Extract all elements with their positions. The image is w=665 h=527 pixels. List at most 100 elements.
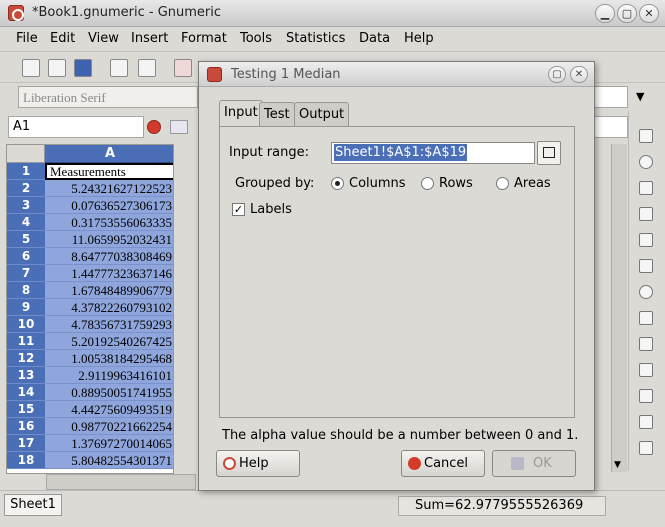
cell[interactable]: 4.44275609493519 — [45, 401, 173, 418]
font-size-combo[interactable] — [594, 86, 628, 108]
tab-test[interactable]: Test — [259, 102, 295, 127]
cell[interactable]: 4.78356731759293 — [45, 316, 173, 333]
column-header-a[interactable]: A — [45, 145, 173, 163]
row-header[interactable]: 12 — [7, 350, 45, 367]
menu-help[interactable]: Help — [404, 31, 434, 46]
row-header[interactable]: 4 — [7, 214, 45, 231]
labels-checkbox[interactable]: ✓ — [232, 203, 245, 216]
cell[interactable]: 11.0659952032431 — [45, 231, 173, 248]
ok-button[interactable]: OK — [492, 450, 576, 477]
sheet-tab-sheet1[interactable]: Sheet1 — [4, 494, 62, 516]
row-header[interactable]: 1 — [7, 163, 45, 180]
menu-view[interactable]: View — [88, 31, 119, 46]
row-header[interactable]: 11 — [7, 333, 45, 350]
checkbox-tool-icon[interactable] — [639, 259, 653, 273]
radio-rows-label[interactable]: Rows — [439, 176, 473, 191]
menu-edit[interactable]: Edit — [50, 31, 75, 46]
horizontal-scrollbar[interactable] — [46, 474, 196, 490]
cell[interactable]: 1.37697270014065 — [45, 435, 173, 452]
close-button[interactable]: ✕ — [639, 4, 659, 23]
cell-reference-input[interactable]: A1 — [8, 116, 144, 138]
formula-input[interactable] — [594, 116, 628, 138]
labels-checkbox-label[interactable]: Labels — [250, 202, 292, 217]
cell[interactable]: 4.37822260793102 — [45, 299, 173, 316]
menu-insert[interactable]: Insert — [131, 31, 168, 46]
tab-input[interactable]: Input — [219, 100, 263, 127]
cell[interactable]: 5.24321627122523 — [45, 180, 173, 197]
cell[interactable]: 0.88950051741955 — [45, 384, 173, 401]
help-button-label: Help — [239, 456, 269, 471]
cell[interactable]: 1.67848489906779 — [45, 282, 173, 299]
range-selector-icon[interactable] — [537, 141, 561, 165]
cell[interactable]: Measurements — [45, 163, 173, 180]
row-header[interactable]: 8 — [7, 282, 45, 299]
radio-areas[interactable] — [496, 177, 509, 190]
menu-format[interactable]: Format — [181, 31, 227, 46]
row-header[interactable]: 18 — [7, 452, 45, 469]
row-header[interactable]: 5 — [7, 231, 45, 248]
cancel-button[interactable]: Cancel — [401, 450, 485, 477]
cell[interactable]: 5.20192540267425 — [45, 333, 173, 350]
row-header[interactable]: 9 — [7, 299, 45, 316]
cell[interactable]: 2.9119963416101 — [45, 367, 173, 384]
arrow-tool-icon[interactable] — [639, 233, 653, 247]
label-tool-icon[interactable] — [639, 129, 653, 143]
row-header[interactable]: 17 — [7, 435, 45, 452]
row-header[interactable]: 2 — [7, 180, 45, 197]
row-header[interactable]: 13 — [7, 367, 45, 384]
button-tool-icon[interactable] — [639, 441, 653, 455]
help-button[interactable]: Help — [216, 450, 300, 477]
print-preview-icon[interactable] — [138, 59, 156, 77]
spinner-tool-icon[interactable] — [639, 337, 653, 351]
row-header[interactable]: 15 — [7, 401, 45, 418]
row-header[interactable]: 16 — [7, 418, 45, 435]
cell[interactable]: 1.00538184295468 — [45, 350, 173, 367]
dialog-maximize-button[interactable]: ▢ — [548, 66, 566, 83]
dialog-close-button[interactable]: ✕ — [570, 66, 588, 83]
chevron-down-icon[interactable]: ▼ — [636, 90, 644, 103]
tab-output[interactable]: Output — [294, 102, 350, 127]
cell[interactable]: 0.98770221662254 — [45, 418, 173, 435]
vertical-scrollbar[interactable]: ▼ — [611, 144, 627, 472]
new-file-icon[interactable] — [22, 59, 40, 77]
combo-tool-icon[interactable] — [639, 415, 653, 429]
row-header[interactable]: 3 — [7, 197, 45, 214]
cancel-edit-icon[interactable] — [147, 120, 161, 134]
select-all-corner[interactable] — [7, 145, 45, 163]
row-header[interactable]: 7 — [7, 265, 45, 282]
menu-data[interactable]: Data — [359, 31, 390, 46]
frame-tool-icon[interactable] — [639, 181, 653, 195]
menu-file[interactable]: File — [16, 31, 38, 46]
scrollbar-tool-icon[interactable] — [639, 311, 653, 325]
accept-edit-icon[interactable] — [170, 120, 188, 134]
scroll-down-icon[interactable]: ▼ — [614, 460, 621, 470]
row-header[interactable]: 14 — [7, 384, 45, 401]
line-tool-icon[interactable] — [639, 207, 653, 221]
slider-tool-icon[interactable] — [639, 363, 653, 377]
save-icon[interactable] — [74, 59, 92, 77]
radio-rows[interactable] — [421, 177, 434, 190]
row-header[interactable]: 10 — [7, 316, 45, 333]
radio-columns[interactable] — [331, 177, 344, 190]
input-range-field[interactable]: Sheet1!$A$1:$A$19 — [331, 142, 535, 164]
radio-columns-label[interactable]: Columns — [349, 176, 406, 191]
ellipse-tool-icon[interactable] — [639, 155, 653, 169]
maximize-button[interactable]: ▢ — [617, 4, 637, 23]
print-icon[interactable] — [110, 59, 128, 77]
cell[interactable]: 1.44777323637146 — [45, 265, 173, 282]
menu-statistics[interactable]: Statistics — [286, 31, 345, 46]
minimize-button[interactable]: ▁ — [595, 4, 615, 23]
radio-areas-label[interactable]: Areas — [514, 176, 551, 191]
menu-tools[interactable]: Tools — [240, 31, 272, 46]
font-name-combo[interactable]: Liberation Serif — [18, 86, 198, 108]
cut-icon[interactable] — [174, 59, 192, 77]
cell[interactable]: 0.07636527306173 — [45, 197, 173, 214]
list-tool-icon[interactable] — [639, 389, 653, 403]
radio-tool-icon[interactable] — [639, 285, 653, 299]
cell[interactable]: 0.31753556063335 — [45, 214, 173, 231]
open-file-icon[interactable] — [48, 59, 66, 77]
cell[interactable]: 8.64777038308469 — [45, 248, 173, 265]
row-header[interactable]: 6 — [7, 248, 45, 265]
spreadsheet-grid[interactable]: A 1 Measurements 2 5.24321627122523 3 0.07636… — [6, 144, 174, 474]
cell[interactable]: 5.80482554301371 — [45, 452, 173, 469]
